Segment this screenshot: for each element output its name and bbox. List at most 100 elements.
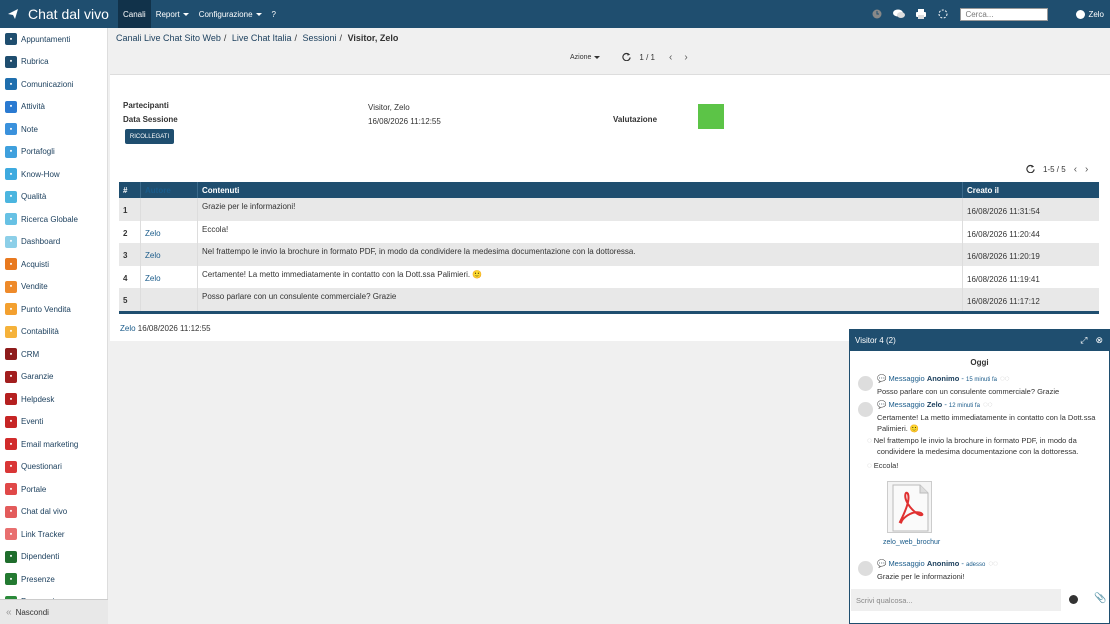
sidebar-item[interactable]: ▪ Qualità xyxy=(0,186,107,209)
search-input[interactable]: Cerca... xyxy=(960,7,1049,21)
chat-header[interactable]: Visitor 4 (2) ⤢ ⊗ xyxy=(850,330,1109,351)
cell-author[interactable]: Zelo xyxy=(141,265,198,288)
reconnect-button[interactable]: RICOLLEGATI xyxy=(125,129,174,144)
cell-number: 2 xyxy=(119,220,141,243)
breadcrumb-link[interactable]: Canali Live Chat Sito Web xyxy=(116,33,221,43)
chat-bubbles-icon[interactable] xyxy=(888,9,910,19)
cell-content: Nel frattempo le invio la brochure in fo… xyxy=(198,243,963,266)
cell-created: 16/08/2026 11:20:19 xyxy=(967,252,1040,261)
avatar xyxy=(858,376,873,391)
chat-title: Visitor 4 (2) xyxy=(855,336,896,345)
app-brand[interactable]: Chat dal vivo xyxy=(0,6,118,22)
hide-sidebar-button[interactable]: « Nascondi xyxy=(0,599,108,624)
chevron-right-icon[interactable]: › xyxy=(684,52,687,63)
menu-help[interactable]: ? xyxy=(267,0,281,28)
sidebar-item[interactable]: ▪ Eventi xyxy=(0,411,107,434)
table-row[interactable]: 3 Zelo Nel frattempo le invio la brochure … xyxy=(119,243,1099,266)
sidebar-item[interactable]: ▪ CRM xyxy=(0,343,107,366)
cell-author[interactable]: Zelo xyxy=(141,220,198,243)
clock-icon[interactable] xyxy=(866,9,888,19)
menu-configurazione[interactable]: Configurazione xyxy=(194,0,267,28)
printer-icon[interactable] xyxy=(910,9,932,19)
table-row[interactable]: 5 Posso parlare con un consulente commerc… xyxy=(119,288,1099,311)
hide-sidebar-label: Nascondi xyxy=(15,607,49,617)
menu-canali[interactable]: Canali xyxy=(118,0,151,28)
cell-number: 1 xyxy=(119,198,141,221)
sidebar-item[interactable]: ▪ Appuntamenti xyxy=(0,28,107,51)
action-dropdown[interactable]: Azione xyxy=(570,54,601,61)
sidebar-item[interactable]: ▪ Dashboard xyxy=(0,231,107,254)
chevron-left-icon[interactable]: ‹ xyxy=(1074,164,1077,175)
sidebar-item[interactable]: ▪ Portale xyxy=(0,478,107,501)
column-header[interactable]: Autore xyxy=(141,182,198,198)
cell-author[interactable]: Zelo xyxy=(141,243,198,266)
table-row[interactable]: 4 Zelo Certamente! La metto immediatamente… xyxy=(119,265,1099,288)
sidebar-item[interactable]: ▪ Garanzie xyxy=(0,366,107,389)
table-body: 1 Grazie per le informazioni! 16/08/2026 1… xyxy=(119,198,1099,311)
date-value: 16/08/2026 11:12:55 xyxy=(368,117,441,126)
table-row[interactable]: 2 Zelo Eccola! 16/08/2026 11:20:44 xyxy=(119,220,1099,243)
message-text-content: Nel frattempo le invio la brochure in fo… xyxy=(873,436,1079,456)
sidebar-item[interactable]: ▪ Link Tracker xyxy=(0,523,107,546)
sidebar-item[interactable]: ▪ Comunicazioni xyxy=(0,73,107,96)
sidebar-item-label: CRM xyxy=(21,349,40,359)
sidebar-item[interactable]: ▪ Ricerca Globale xyxy=(0,208,107,231)
sidebar-item[interactable]: ▪ Punto Vendita xyxy=(0,298,107,321)
cell-created: 16/08/2026 11:31:54 xyxy=(967,207,1040,216)
paperclip-icon[interactable]: 📎 xyxy=(1094,593,1106,604)
table-pager-text: 1-5 / 5 xyxy=(1043,165,1066,174)
menu-report[interactable]: Report xyxy=(151,0,194,28)
user-menu[interactable]: Zelo xyxy=(1076,9,1104,19)
cell-content: Posso parlare con un consulente commerci… xyxy=(198,288,963,311)
cell-author[interactable] xyxy=(141,198,198,221)
sidebar-item[interactable]: ▪ Know-How xyxy=(0,163,107,186)
sidebar-item[interactable]: ▪ Vendite xyxy=(0,276,107,299)
message-text: ◌ Eccola! xyxy=(867,460,1105,471)
session-form: Partecipanti Visitor, Zelo Data Sessione… xyxy=(110,74,1110,341)
emoji-icon[interactable] xyxy=(1069,595,1078,604)
sidebar-item-label: Note xyxy=(21,124,38,134)
table-row[interactable]: 1 Grazie per le informazioni! 16/08/2026 1… xyxy=(119,198,1099,221)
sidebar-item[interactable]: ▪ Questionari xyxy=(0,456,107,479)
sidebar-item[interactable]: ▪ Email marketing xyxy=(0,433,107,456)
sidebar-item[interactable]: ▪ Attività xyxy=(0,96,107,119)
cell-author[interactable] xyxy=(141,288,198,311)
sidebar-item[interactable]: ▪ Chat dal vivo xyxy=(0,501,107,524)
user-name: Zelo xyxy=(1088,9,1104,19)
column-header[interactable]: Contenuti xyxy=(198,182,963,198)
chat-input[interactable]: Scrivi qualcosa... xyxy=(851,589,1061,611)
sidebar-item[interactable]: ▪ Rubrica xyxy=(0,51,107,74)
pdf-file-icon xyxy=(892,484,929,532)
refresh-icon[interactable] xyxy=(622,52,632,63)
module-icon: ▪ xyxy=(5,100,17,113)
sidebar-item[interactable]: ▪ Note xyxy=(0,118,107,141)
column-header[interactable]: # xyxy=(119,182,141,198)
column-header[interactable]: Creato il xyxy=(963,182,1099,198)
module-icon: ▪ xyxy=(5,393,17,406)
day-separator: Oggi xyxy=(970,358,989,367)
module-icon: ▪ xyxy=(5,573,17,586)
pdf-attachment[interactable] xyxy=(887,481,932,533)
sidebar-item-label: Contabilità xyxy=(21,327,59,337)
cell-number: 4 xyxy=(119,265,141,288)
breadcrumb-link[interactable]: Sessioni xyxy=(303,33,337,43)
sidebar-item[interactable]: ▪ Acquisti xyxy=(0,253,107,276)
chevron-left-icon[interactable]: ‹ xyxy=(669,52,672,63)
sidebar-item[interactable]: ▪ Portafogli xyxy=(0,141,107,164)
signature-user[interactable]: Zelo xyxy=(120,324,136,333)
module-icon: ▪ xyxy=(5,505,17,518)
sidebar-item-label: Attività xyxy=(21,102,46,112)
expand-icon[interactable]: ⤢ xyxy=(1080,335,1087,346)
sidebar-item[interactable]: ▪ Helpdesk xyxy=(0,388,107,411)
message-author: Anonimo xyxy=(926,559,960,568)
message-text: ◌ Nel frattempo le invio la brochure in f… xyxy=(867,435,1105,457)
sidebar-item[interactable]: ▪ Dipendenti xyxy=(0,546,107,569)
sidebar-item[interactable]: ▪ Presenze xyxy=(0,568,107,591)
breadcrumb-link[interactable]: Live Chat Italia xyxy=(232,33,292,43)
message-body: 💬 Messaggio Anonimo - adesso ◌◌ Grazie pe… xyxy=(877,558,1105,582)
attachment-name[interactable]: zelo_web_brochur xyxy=(883,539,940,546)
chevron-right-icon[interactable]: › xyxy=(1085,164,1088,175)
close-icon[interactable]: ⊗ xyxy=(1095,335,1103,346)
sidebar-item[interactable]: ▪ Contabilità xyxy=(0,321,107,344)
refresh-icon[interactable] xyxy=(1026,164,1035,175)
